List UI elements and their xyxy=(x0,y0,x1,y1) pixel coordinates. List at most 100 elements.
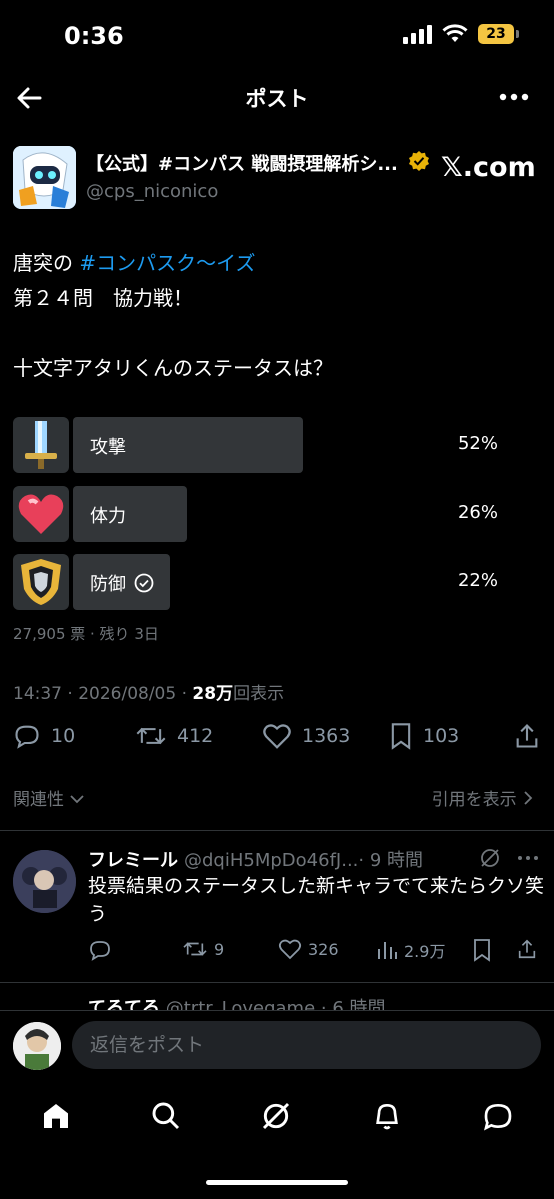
poll-percent-stamina: 26% xyxy=(457,502,498,523)
poll-percent-defense: 22% xyxy=(457,570,498,591)
poll-option-stamina[interactable]: 体力 26% xyxy=(13,486,543,542)
like-count: 1363 xyxy=(302,725,351,747)
poll-option-attack[interactable]: 攻撃 52% xyxy=(13,417,543,473)
reply-handle[interactable]: @dqiH5MpDo46fJ... xyxy=(184,850,358,871)
bookmark-icon xyxy=(391,723,411,750)
reply-avatar[interactable] xyxy=(13,850,76,913)
reply-views-count: 2.9万 xyxy=(404,942,446,961)
sort-label: 関連性 xyxy=(13,790,64,810)
bookmark-count: 103 xyxy=(423,725,460,747)
poll-label-stamina: 体力 xyxy=(90,506,126,527)
check-circle-icon xyxy=(134,573,154,593)
reply-bookmark-button[interactable] xyxy=(472,938,492,962)
home-icon xyxy=(44,1104,68,1128)
section-divider xyxy=(0,830,554,831)
my-avatar-image xyxy=(13,1022,61,1070)
poll-percent-attack: 52% xyxy=(457,433,498,454)
cellular-signal-icon xyxy=(403,25,432,44)
view-quotes-link[interactable]: 引用を表示 xyxy=(432,785,534,810)
tab-search[interactable] xyxy=(148,1098,184,1134)
author-avatar[interactable] xyxy=(13,146,76,209)
reply-like-count: 326 xyxy=(308,939,339,959)
reply-reply-button[interactable] xyxy=(88,938,112,962)
hashtag-link[interactable]: #コンパスク〜イズ xyxy=(79,251,255,275)
more-dots-icon xyxy=(499,93,529,101)
reply-button[interactable]: 10 xyxy=(13,722,75,750)
post-text: 唐突の #コンパスク〜イズ 第２４問 協力戦！ 十文字アタリくんのステータスは？ xyxy=(13,246,543,386)
status-icons: 23 xyxy=(402,24,519,44)
wifi-icon xyxy=(442,24,468,42)
views-count: 28万 xyxy=(192,684,234,704)
robot-mascot-icon xyxy=(13,146,76,209)
share-icon xyxy=(518,939,536,959)
reply-header: フレミール @dqiH5MpDo46fJ...· 9 時間 xyxy=(88,846,468,872)
sort-dropdown[interactable]: 関連性 xyxy=(13,785,85,810)
reply-repost-count: 9 xyxy=(214,939,225,959)
chevron-right-icon xyxy=(524,791,533,805)
reply-count: 10 xyxy=(51,725,76,747)
battery-icon: 23 xyxy=(478,24,519,44)
poll-label-defense: 防御 xyxy=(90,570,154,596)
grok-icon xyxy=(481,849,499,867)
reply-input[interactable]: 返信をポスト xyxy=(72,1021,541,1069)
reply-like-button[interactable]: 326 xyxy=(278,938,339,960)
grok-icon xyxy=(262,1102,290,1130)
grok-button[interactable] xyxy=(478,846,502,874)
repost-count: 412 xyxy=(177,725,214,747)
tab-notifications[interactable] xyxy=(369,1098,405,1134)
reply-author-name[interactable]: フレミール xyxy=(88,850,178,871)
poll-option-defense[interactable]: 防御 22% xyxy=(13,554,543,610)
post-text-prefix: 唐突の xyxy=(13,251,80,275)
reply-divider xyxy=(0,982,554,983)
views-label: 回表示 xyxy=(233,684,285,704)
tab-grok[interactable] xyxy=(258,1098,294,1134)
tab-messages[interactable] xyxy=(480,1098,516,1134)
message-icon xyxy=(484,1103,512,1131)
share-button[interactable] xyxy=(513,722,541,750)
heart-outline-icon xyxy=(278,939,302,960)
reply-text: 投票結果のステータスした新キャラでて来たらクソ笑う xyxy=(88,875,545,925)
like-button[interactable]: 1363 xyxy=(262,722,350,750)
post-text-line2: 第２４問 協力戦！ xyxy=(13,286,193,310)
timestamp-text: 14:37 · 2026/08/05 · xyxy=(13,684,193,704)
verified-badge-icon xyxy=(408,150,430,172)
search-icon xyxy=(152,1102,180,1130)
view-quotes-label: 引用を表示 xyxy=(431,790,517,810)
repost-button[interactable]: 412 xyxy=(135,722,213,750)
post-action-bar: 10 412 1363 103 xyxy=(13,722,543,756)
repost-icon xyxy=(183,942,207,956)
author-handle[interactable]: @cps_niconico xyxy=(86,181,218,202)
reply-avatar-image xyxy=(13,850,76,913)
bookmark-button[interactable]: 103 xyxy=(389,722,459,750)
reply-action-bar: 9 326 2.9万 xyxy=(88,938,540,964)
author-name[interactable]: 【公式】#コンパス 戦闘摂理解析シ... xyxy=(86,150,406,176)
my-avatar[interactable] xyxy=(13,1022,61,1070)
bottom-tab-bar xyxy=(0,1090,554,1144)
reply-views-button[interactable]: 2.9万 xyxy=(376,938,445,962)
tab-home[interactable] xyxy=(38,1098,74,1134)
views-chart-icon xyxy=(378,942,397,959)
repost-icon xyxy=(136,727,166,745)
status-time: 0:36 xyxy=(64,22,124,50)
reply-share-button[interactable] xyxy=(516,938,538,960)
reply-icon xyxy=(15,725,39,749)
heart-outline-icon xyxy=(263,724,291,749)
chevron-down-icon xyxy=(70,795,85,804)
bookmark-icon xyxy=(474,939,490,962)
heart-icon xyxy=(13,486,69,542)
share-icon xyxy=(516,724,538,748)
poll-meta: 27,905 票 · 残り 3日 xyxy=(13,625,159,643)
post-timestamp[interactable]: 14:37 · 2026/08/05 · 28万回表示 xyxy=(13,679,284,704)
poll-label-attack: 攻撃 xyxy=(90,437,126,458)
shield-icon xyxy=(13,554,69,610)
post-text-line3: 十文字アタリくんのステータスは？ xyxy=(13,356,333,380)
reply-repost-button[interactable]: 9 xyxy=(182,938,224,960)
page-title: ポスト xyxy=(245,87,309,111)
reply-more-button[interactable] xyxy=(516,846,540,874)
more-options-button[interactable] xyxy=(496,84,532,112)
xcom-badge: 𝕏.com xyxy=(441,152,536,183)
reply-icon xyxy=(90,941,110,961)
home-indicator xyxy=(206,1180,348,1185)
sword-icon xyxy=(13,417,69,473)
more-dots-icon xyxy=(518,856,538,860)
